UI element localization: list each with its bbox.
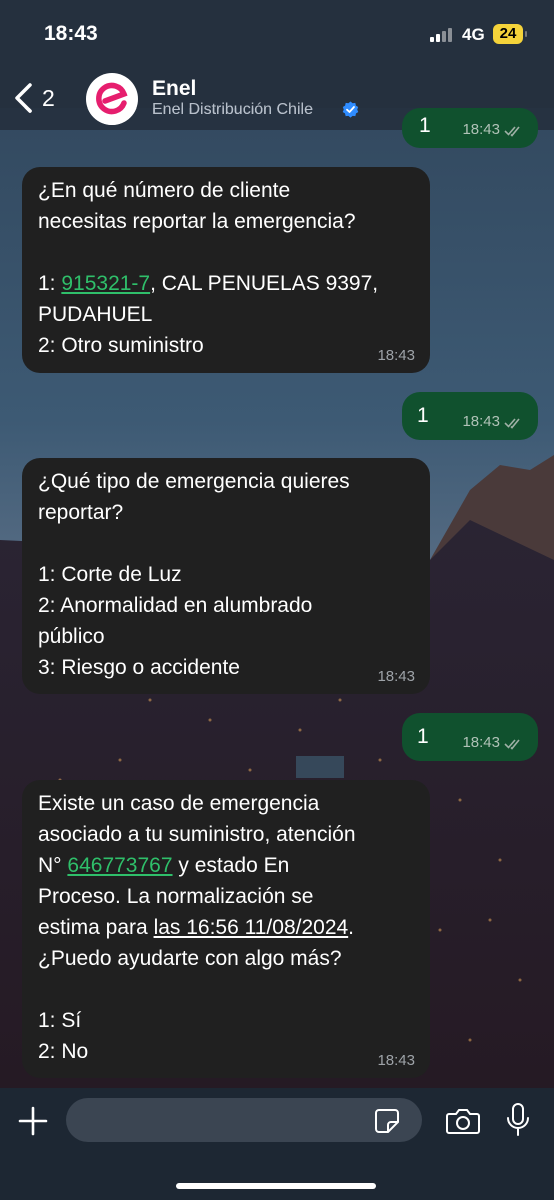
plus-icon[interactable] [18, 1106, 48, 1136]
back-chevron-icon[interactable] [12, 82, 36, 114]
message-time: 18:43 [462, 734, 500, 751]
message-time: 18:43 [377, 1052, 415, 1069]
message-outgoing-partial[interactable]: 1 18:43 [402, 108, 538, 148]
avatar-overlay[interactable] [86, 73, 138, 125]
message-incoming[interactable]: Existe un caso de emergencia asociado a … [22, 780, 430, 1078]
message-line: 2: No [38, 1040, 89, 1063]
message-time: 18:43 [377, 347, 415, 364]
message-line: necesitas reportar la emergencia? [38, 210, 356, 233]
message-text: 1 [417, 725, 429, 748]
message-line: 1: Sí [38, 1009, 82, 1032]
contact-subtitle-overlay[interactable]: Enel Distribución Chile [152, 101, 313, 119]
message-incoming[interactable]: ¿Qué tipo de emergencia quieres reportar… [22, 458, 430, 694]
message-line: reportar? [38, 501, 124, 524]
read-receipt-icon [504, 126, 520, 137]
message-input[interactable] [66, 1098, 422, 1142]
message-line: ¿Qué tipo de emergencia quieres [38, 470, 350, 493]
message-line: PUDAHUEL [38, 303, 153, 326]
contact-name-overlay[interactable]: Enel [152, 77, 196, 101]
message-line: 2: Otro suministro [38, 334, 204, 357]
message-line: 1: 915321-7, CAL PENUELAS 9397, [38, 272, 379, 295]
enel-logo [96, 82, 128, 115]
message-text: 1 [419, 114, 431, 137]
case-number-link[interactable]: 646773767 [67, 854, 172, 877]
camera-icon[interactable] [446, 1108, 480, 1134]
message-line: estima para las 16:56 11/08/2024. [38, 916, 355, 939]
message-line: N° 646773767 y estado En [38, 854, 290, 877]
message-line: asociado a tu suministro, atención [38, 823, 356, 846]
message-outgoing[interactable]: 1 18:43 [402, 392, 538, 440]
message-line: 2: Anormalidad en alumbrado [38, 594, 313, 617]
sticker-icon[interactable] [374, 1108, 400, 1134]
message-line: Existe un caso de emergencia [38, 792, 320, 815]
battery-indicator-overlay: 24 [493, 24, 527, 44]
message-line: público [38, 625, 105, 648]
unread-count-overlay[interactable]: 2 [42, 85, 55, 112]
message-time: 18:43 [462, 413, 500, 430]
message-outgoing[interactable]: 1 18:43 [402, 713, 538, 761]
message-line: 1: Corte de Luz [38, 563, 182, 586]
microphone-icon[interactable] [506, 1103, 530, 1137]
message-text: 1 [417, 404, 429, 427]
signal-icon-overlay [430, 26, 456, 42]
message-incoming[interactable]: ¿En qué número de cliente necesitas repo… [22, 167, 430, 373]
home-indicator [176, 1183, 376, 1189]
message-time: 18:43 [462, 121, 500, 138]
date-link[interactable]: las 16:56 11/08/2024 [154, 916, 349, 939]
verified-badge-icon [342, 101, 359, 118]
message-line: 3: Riesgo o accidente [38, 656, 240, 679]
message-line: ¿Puedo ayudarte con algo más? [38, 947, 342, 970]
message-line: ¿En qué número de cliente [38, 179, 291, 202]
read-receipt-icon [504, 418, 520, 429]
read-receipt-icon [504, 739, 520, 750]
message-time: 18:43 [377, 668, 415, 685]
status-time-overlay: 18:43 [44, 22, 98, 45]
message-line: Proceso. La normalización se [38, 885, 314, 908]
network-type-overlay: 4G [462, 25, 485, 44]
client-number-link[interactable]: 915321-7 [61, 272, 150, 295]
